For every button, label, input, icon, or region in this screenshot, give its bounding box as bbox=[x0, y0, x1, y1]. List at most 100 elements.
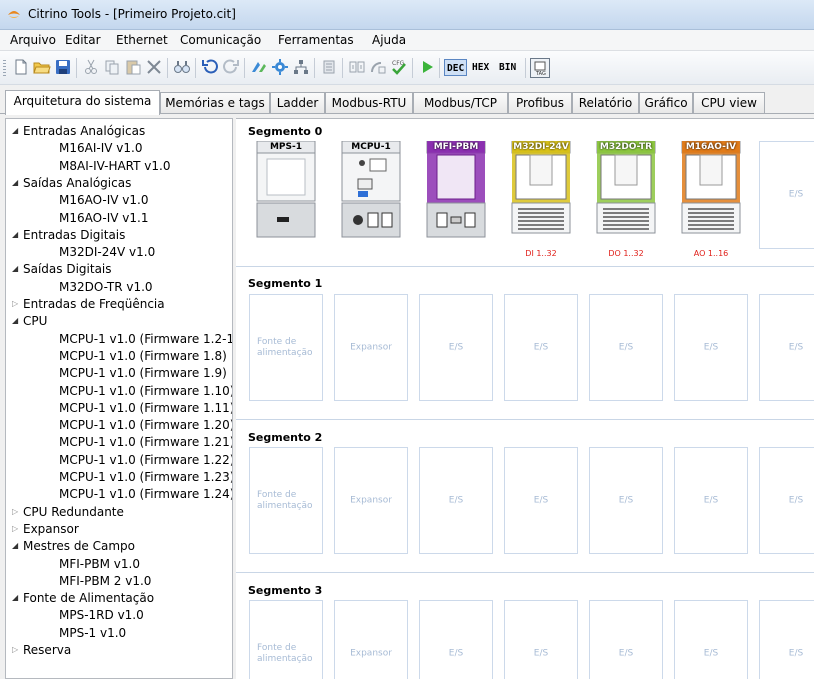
tab-modbus-tcp[interactable]: Modbus/TCP bbox=[413, 92, 508, 114]
paste-icon[interactable] bbox=[124, 58, 142, 76]
tree-item[interactable]: MCPU-1 v1.0 (Firmware 1.2-1. bbox=[59, 331, 232, 347]
compile-icon[interactable] bbox=[250, 58, 268, 76]
copy-icon[interactable] bbox=[103, 58, 121, 76]
tree-item[interactable]: MCPU-1 v1.0 (Firmware 1.21) bbox=[59, 434, 232, 450]
tree-item[interactable]: M32DO-TR v1.0 bbox=[59, 279, 153, 295]
tab-ladder[interactable]: Ladder bbox=[270, 92, 325, 114]
menu-editar[interactable]: Editar bbox=[65, 33, 101, 47]
tree-category[interactable]: Entradas Digitais bbox=[23, 227, 125, 243]
expand-arrow-icon[interactable]: ▷ bbox=[12, 296, 18, 312]
tab-profibus[interactable]: Profibus bbox=[508, 92, 572, 114]
module-3[interactable]: M32DI-24V DI 1..32 bbox=[510, 141, 572, 263]
expand-arrow-icon[interactable]: ▷ bbox=[12, 521, 18, 537]
empty-io-slot[interactable]: E/S bbox=[759, 141, 814, 249]
module-library-tree[interactable]: ◢ Entradas Analógicas M16AI-IV v1.0 M8AI-IV… bbox=[5, 118, 233, 679]
io-slot[interactable]: E/S bbox=[674, 447, 748, 554]
tree-category[interactable]: Entradas de Freqüência bbox=[23, 296, 165, 312]
upload-icon[interactable] bbox=[369, 58, 387, 76]
io-slot[interactable]: E/S bbox=[674, 600, 748, 679]
io-slot[interactable]: E/S bbox=[589, 447, 663, 554]
tree-item[interactable]: MCPU-1 v1.0 (Firmware 1.9) bbox=[59, 365, 227, 381]
io-slot[interactable]: E/S bbox=[419, 294, 493, 401]
tree-category[interactable]: Entradas Analógicas bbox=[23, 123, 145, 139]
tree-item[interactable]: MCPU-1 v1.0 (Firmware 1.24) bbox=[59, 486, 232, 502]
tree-category[interactable]: Mestres de Campo bbox=[23, 538, 135, 554]
tree-item[interactable]: MCPU-1 v1.0 (Firmware 1.8) bbox=[59, 348, 227, 364]
module-4[interactable]: M32DO-TR DO 1..32 bbox=[595, 141, 657, 263]
tab-grafico[interactable]: Gráfico bbox=[639, 92, 693, 114]
new-file-icon[interactable] bbox=[12, 58, 30, 76]
tree-category[interactable]: CPU Redundante bbox=[23, 504, 124, 520]
tag-view-button[interactable]: TAG bbox=[530, 58, 550, 78]
download-icon[interactable] bbox=[348, 58, 366, 76]
network-icon[interactable] bbox=[292, 58, 310, 76]
cut-icon[interactable] bbox=[82, 58, 100, 76]
collapse-arrow-icon[interactable]: ◢ bbox=[12, 175, 18, 191]
tree-item[interactable]: MFI-PBM 2 v1.0 bbox=[59, 573, 151, 589]
tab-memorias-e-tags[interactable]: Memórias e tags bbox=[160, 92, 270, 114]
menu-ferramentas[interactable]: Ferramentas bbox=[278, 33, 354, 47]
io-slot[interactable]: E/S bbox=[419, 600, 493, 679]
tree-item[interactable]: MPS-1 v1.0 bbox=[59, 625, 126, 641]
collapse-arrow-icon[interactable]: ◢ bbox=[12, 313, 18, 329]
tab-modbus-rtu[interactable]: Modbus-RTU bbox=[325, 92, 413, 114]
tree-category[interactable]: CPU bbox=[23, 313, 47, 329]
tree-category[interactable]: Saídas Digitais bbox=[23, 261, 112, 277]
menu-comunicacao[interactable]: Comunicação bbox=[180, 33, 261, 47]
settings-gear-icon[interactable] bbox=[271, 58, 289, 76]
io-slot[interactable]: E/S bbox=[504, 600, 578, 679]
bin-format-button[interactable]: BIN bbox=[497, 59, 518, 76]
tree-item[interactable]: MCPU-1 v1.0 (Firmware 1.20) bbox=[59, 417, 232, 433]
tree-item[interactable]: M16AO-IV v1.0 bbox=[59, 192, 148, 208]
find-icon[interactable] bbox=[173, 58, 191, 76]
io-slot[interactable]: E/S bbox=[759, 447, 814, 554]
io-slot[interactable]: E/S bbox=[504, 294, 578, 401]
toolbar-grip[interactable] bbox=[3, 60, 6, 77]
tree-category[interactable]: Expansor bbox=[23, 521, 79, 537]
expander-slot[interactable]: Expansor bbox=[334, 447, 408, 554]
tree-category[interactable]: Fonte de Alimentação bbox=[23, 590, 154, 606]
power-supply-slot[interactable]: Fonte de alimentação bbox=[249, 600, 323, 679]
power-supply-slot[interactable]: Fonte de alimentação bbox=[249, 294, 323, 401]
hex-format-button[interactable]: HEX bbox=[470, 59, 491, 76]
expand-arrow-icon[interactable]: ▷ bbox=[12, 504, 18, 520]
io-slot[interactable]: E/S bbox=[759, 294, 814, 401]
tree-category[interactable]: Saídas Analógicas bbox=[23, 175, 131, 191]
io-slot[interactable]: E/S bbox=[589, 600, 663, 679]
collapse-arrow-icon[interactable]: ◢ bbox=[12, 261, 18, 277]
expander-slot[interactable]: Expansor bbox=[334, 600, 408, 679]
open-folder-icon[interactable] bbox=[33, 58, 51, 76]
module-5[interactable]: M16AO-IV AO 1..16 bbox=[680, 141, 742, 263]
tree-item[interactable]: M8AI-IV-HART v1.0 bbox=[59, 158, 170, 174]
collapse-arrow-icon[interactable]: ◢ bbox=[12, 227, 18, 243]
io-slot[interactable]: E/S bbox=[674, 294, 748, 401]
tree-item[interactable]: MCPU-1 v1.0 (Firmware 1.23) bbox=[59, 469, 232, 485]
tree-item[interactable]: MCPU-1 v1.0 (Firmware 1.10) bbox=[59, 383, 232, 399]
tree-item[interactable]: MFI-PBM v1.0 bbox=[59, 556, 140, 572]
collapse-arrow-icon[interactable]: ◢ bbox=[12, 590, 18, 606]
menu-ethernet[interactable]: Ethernet bbox=[116, 33, 168, 47]
io-slot[interactable]: E/S bbox=[589, 294, 663, 401]
io-slot[interactable]: E/S bbox=[419, 447, 493, 554]
verify-cfg-icon[interactable]: CFG bbox=[390, 58, 408, 76]
delete-icon[interactable] bbox=[145, 58, 163, 76]
tree-item[interactable]: MCPU-1 v1.0 (Firmware 1.11) bbox=[59, 400, 232, 416]
io-slot[interactable]: E/S bbox=[504, 447, 578, 554]
menu-arquivo[interactable]: Arquivo bbox=[10, 33, 56, 47]
module-2[interactable]: MFI-PBM bbox=[425, 141, 487, 263]
expand-arrow-icon[interactable]: ▷ bbox=[12, 642, 18, 658]
io-slot[interactable]: E/S bbox=[759, 600, 814, 679]
tab-relatorio[interactable]: Relatório bbox=[572, 92, 639, 114]
expander-slot[interactable]: Expansor bbox=[334, 294, 408, 401]
module-1[interactable]: MCPU-1 bbox=[340, 141, 402, 263]
collapse-arrow-icon[interactable]: ◢ bbox=[12, 123, 18, 139]
run-play-icon[interactable] bbox=[418, 58, 436, 76]
memory-icon[interactable] bbox=[320, 58, 338, 76]
undo-icon[interactable] bbox=[201, 58, 219, 76]
redo-icon[interactable] bbox=[222, 58, 240, 76]
tab-cpu-view[interactable]: CPU view bbox=[693, 92, 765, 114]
module-0[interactable]: MPS-1 bbox=[255, 141, 317, 263]
tree-item[interactable]: M32DI-24V v1.0 bbox=[59, 244, 155, 260]
tree-item[interactable]: MPS-1RD v1.0 bbox=[59, 607, 144, 623]
tree-item[interactable]: M16AI-IV v1.0 bbox=[59, 140, 142, 156]
